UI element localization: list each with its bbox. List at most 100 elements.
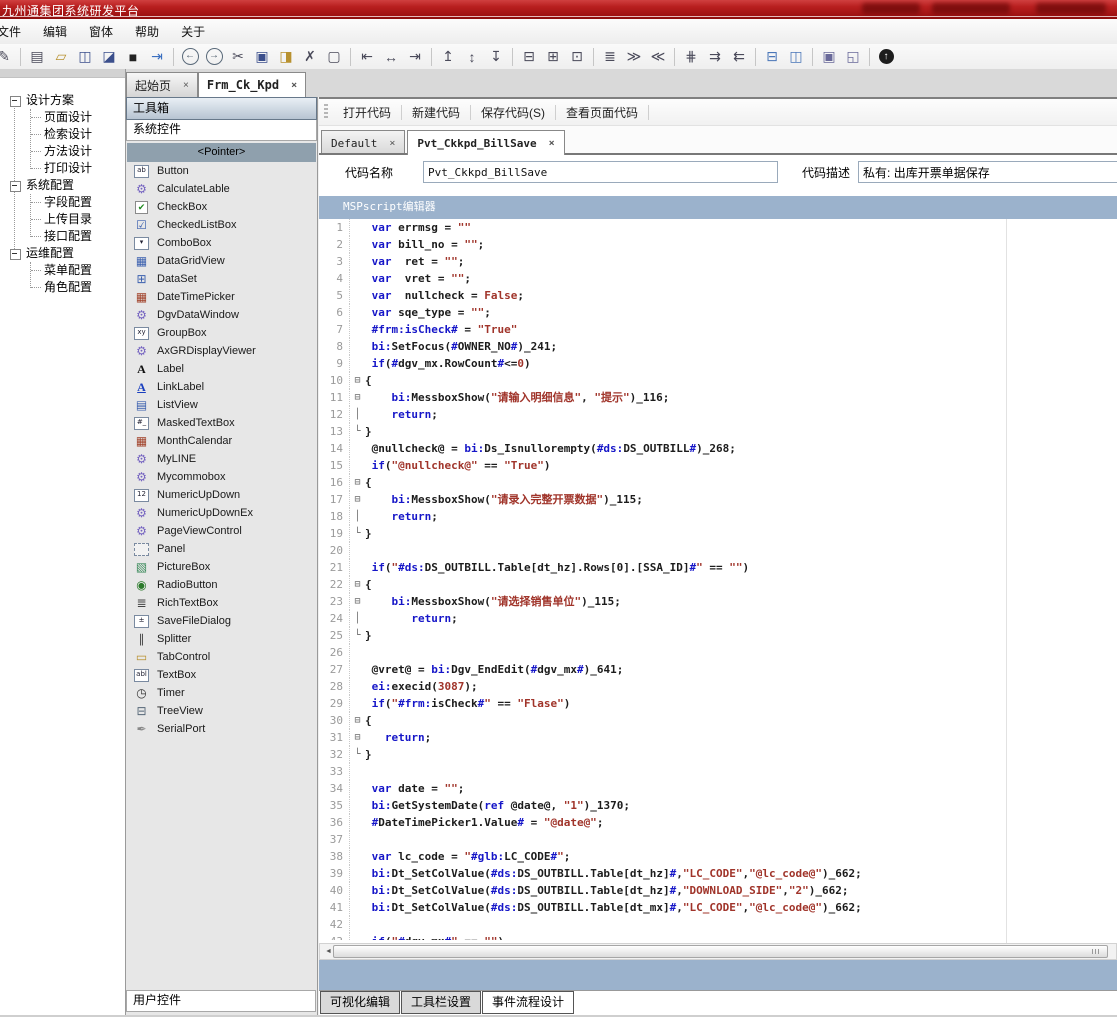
toolbox-item-radiobutton[interactable]: ◉RadioButton <box>126 576 317 594</box>
toolbox-item-calculatelable[interactable]: ⚙CalculateLable <box>126 180 317 198</box>
new-code-button[interactable]: 新建代码 <box>403 101 469 124</box>
toolbox-item-pageviewcontrol[interactable]: ⚙PageViewControl <box>126 522 317 540</box>
menu-item-help[interactable]: 帮助 <box>124 20 170 43</box>
tree-node-role-config[interactable]: 角色配置 <box>0 279 125 296</box>
menu-item-file[interactable]: 文件 <box>0 20 32 43</box>
toolbox-item-maskedtextbox[interactable]: #_MaskedTextBox <box>126 414 317 432</box>
close-icon[interactable]: × <box>389 138 395 149</box>
toolbox-item-groupbox[interactable]: xyGroupBox <box>126 324 317 342</box>
script-editor[interactable]: 1 var errmsg = ""2 var bill_no = "";3 va… <box>319 219 1117 943</box>
collapse-icon[interactable] <box>10 96 21 107</box>
align-left-icon[interactable]: ⇤ <box>355 46 379 67</box>
toolbox-item-serialport[interactable]: ✒SerialPort <box>126 720 317 738</box>
toolstrip-grip[interactable] <box>324 104 328 120</box>
align-bottom-icon[interactable]: ↧ <box>484 46 508 67</box>
open-folder-icon[interactable]: ▱ <box>49 46 73 67</box>
toolbox-item-savefiledialog[interactable]: ±SaveFileDialog <box>126 612 317 630</box>
close-icon[interactable]: × <box>291 80 297 91</box>
toolbox-item-textbox[interactable]: ablTextBox <box>126 666 317 684</box>
upload-icon[interactable]: ↑ <box>874 46 898 67</box>
cut-icon[interactable]: ✂ <box>226 46 250 67</box>
paste-icon[interactable]: ◨ <box>274 46 298 67</box>
toolbox-item-timer[interactable]: ◷Timer <box>126 684 317 702</box>
save-icon[interactable]: ◫ <box>73 46 97 67</box>
toolbox-item-panel[interactable]: Panel <box>126 540 317 558</box>
collapse-icon[interactable] <box>10 249 21 260</box>
menu-item-window[interactable]: 窗体 <box>78 20 124 43</box>
toolbox-item-label[interactable]: ALabel <box>126 360 317 378</box>
align-center-icon[interactable]: ↔ <box>379 46 403 67</box>
menu-item-about[interactable]: 关于 <box>170 20 216 43</box>
doc-tab-start-page[interactable]: 起始页× <box>126 72 198 97</box>
tree-node-page-design[interactable]: 页面设计 <box>0 109 125 126</box>
toolbox-item-treeview[interactable]: ⊟TreeView <box>126 702 317 720</box>
decrease-horizontal-spacing-icon[interactable]: ≪ <box>646 46 670 67</box>
copy-icon[interactable]: ▣ <box>250 46 274 67</box>
toolbox-item-dgvdatawindow[interactable]: ⚙DgvDataWindow <box>126 306 317 324</box>
code-tab-pvt-ckkpd-billsave[interactable]: Pvt_Ckkpd_BillSave× <box>407 130 564 155</box>
fold-collapse-icon[interactable]: ⊟ <box>350 372 365 389</box>
bottom-tab-toolbar-settings[interactable]: 工具栏设置 <box>401 991 481 1014</box>
select-region-icon[interactable]: ▢ <box>322 46 346 67</box>
code-name-input[interactable] <box>423 161 778 183</box>
toolbox-category-system-controls[interactable]: 系统控件 <box>126 120 317 141</box>
fold-collapse-icon[interactable]: ⊟ <box>350 729 365 746</box>
toolbox-item-tabcontrol[interactable]: ▭TabControl <box>126 648 317 666</box>
pencil-icon[interactable]: ✎ <box>0 46 16 67</box>
align-right-icon[interactable]: ⇥ <box>403 46 427 67</box>
bring-to-front-icon[interactable]: ▣ <box>817 46 841 67</box>
save-code-button[interactable]: 保存代码(S) <box>472 101 554 124</box>
save-as-icon[interactable]: ◪ <box>97 46 121 67</box>
tree-node-ops-config[interactable]: 运维配置 <box>0 245 125 262</box>
vertical-spacing-icon[interactable]: ⋕ <box>679 46 703 67</box>
fold-collapse-icon[interactable]: ⊟ <box>350 389 365 406</box>
delete-icon[interactable]: ✗ <box>298 46 322 67</box>
tree-node-design-plan[interactable]: 设计方案 <box>0 92 125 109</box>
tree-node-system-config[interactable]: 系统配置 <box>0 177 125 194</box>
send-to-back-icon[interactable]: ◱ <box>841 46 865 67</box>
navigate-forward-icon[interactable]: → <box>202 46 226 67</box>
toolbox-item-button[interactable]: abButton <box>126 162 317 180</box>
toolbox-category-user-controls[interactable]: 用户控件 <box>126 990 316 1012</box>
export-icon[interactable]: ⇥ <box>145 46 169 67</box>
tree-node-upload-dir[interactable]: 上传目录 <box>0 211 125 228</box>
navigation-tree[interactable]: 设计方案页面设计检索设计方法设计打印设计系统配置字段配置上传目录接口配置运维配置… <box>0 78 125 296</box>
toolbox-item-dataset[interactable]: ⊞DataSet <box>126 270 317 288</box>
toolbox-item-datagridview[interactable]: ▦DataGridView <box>126 252 317 270</box>
align-middle-icon[interactable]: ↕ <box>460 46 484 67</box>
split-horizontal-icon[interactable]: ⊟ <box>760 46 784 67</box>
tree-node-field-config[interactable]: 字段配置 <box>0 194 125 211</box>
open-code-button[interactable]: 打开代码 <box>334 101 400 124</box>
toolbox-item-splitter[interactable]: ∥Splitter <box>126 630 317 648</box>
save-all-icon[interactable]: ■ <box>121 46 145 67</box>
toolbox-item-checkedlistbox[interactable]: ☑CheckedListBox <box>126 216 317 234</box>
tree-node-method-design[interactable]: 方法设计 <box>0 143 125 160</box>
make-same-width-icon[interactable]: ⊟ <box>517 46 541 67</box>
view-page-code-button[interactable]: 查看页面代码 <box>557 101 647 124</box>
increase-horizontal-spacing-icon[interactable]: ≫ <box>622 46 646 67</box>
toolbox-item-numericupdown[interactable]: 12NumericUpDown <box>126 486 317 504</box>
navigate-back-icon[interactable]: ← <box>178 46 202 67</box>
editor-horizontal-scrollbar[interactable]: ◄ <box>319 943 1117 960</box>
code-tab-default[interactable]: Default× <box>321 130 405 155</box>
tree-node-menu-config[interactable]: 菜单配置 <box>0 262 125 279</box>
make-same-size-icon[interactable]: ⊡ <box>565 46 589 67</box>
increase-vertical-spacing-icon[interactable]: ⇉ <box>703 46 727 67</box>
scrollbar-thumb[interactable] <box>333 945 1108 958</box>
close-icon[interactable]: × <box>183 80 189 91</box>
horizontal-spacing-icon[interactable]: ≣ <box>598 46 622 67</box>
toolbox-item-combobox[interactable]: ▾ComboBox <box>126 234 317 252</box>
toolbox-item-listview[interactable]: ▤ListView <box>126 396 317 414</box>
toolbox-item-numericupdownex[interactable]: ⚙NumericUpDownEx <box>126 504 317 522</box>
toolbox-item-axgrdisplayviewer[interactable]: ⚙AxGRDisplayViewer <box>126 342 317 360</box>
decrease-vertical-spacing-icon[interactable]: ⇇ <box>727 46 751 67</box>
close-icon[interactable]: × <box>549 138 555 149</box>
toolbox-item-richtextbox[interactable]: ≣RichTextBox <box>126 594 317 612</box>
toolbox-item-linklabel[interactable]: ALinkLabel <box>126 378 317 396</box>
properties-window-icon[interactable]: ▤ <box>25 46 49 67</box>
make-same-height-icon[interactable]: ⊞ <box>541 46 565 67</box>
fold-collapse-icon[interactable]: ⊟ <box>350 712 365 729</box>
fold-collapse-icon[interactable]: ⊟ <box>350 576 365 593</box>
title-bar[interactable]: 九州通集团系统研发平台 <box>0 0 1117 19</box>
bottom-tab-event-flow-design[interactable]: 事件流程设计 <box>482 991 574 1014</box>
